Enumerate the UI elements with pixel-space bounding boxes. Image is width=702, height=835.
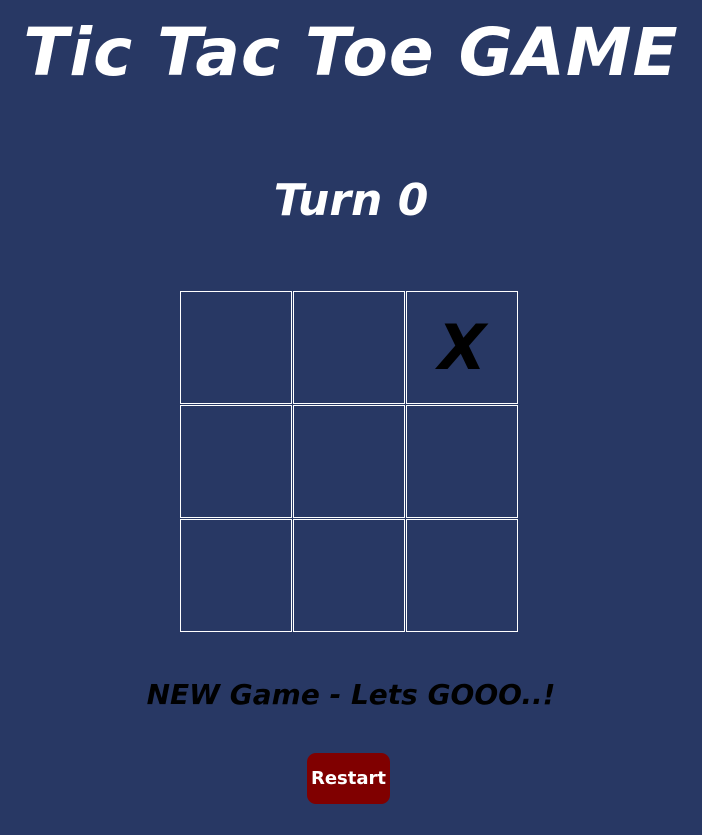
board-cell[interactable] xyxy=(293,291,405,404)
game-title: Tic Tac Toe GAME xyxy=(23,14,679,91)
board-cell[interactable]: X xyxy=(406,291,518,404)
restart-button[interactable]: Restart xyxy=(307,753,390,804)
board-cell[interactable] xyxy=(406,519,518,632)
board-cell[interactable] xyxy=(293,405,405,518)
board-cell[interactable] xyxy=(180,291,292,404)
board-cell[interactable] xyxy=(293,519,405,632)
turn-indicator: Turn 0 xyxy=(273,175,429,226)
board-cell[interactable] xyxy=(180,405,292,518)
board-cell[interactable] xyxy=(180,519,292,632)
status-message: NEW Game - Lets GOOO..! xyxy=(146,678,556,711)
board-cell[interactable] xyxy=(406,405,518,518)
game-board: X xyxy=(180,291,518,633)
